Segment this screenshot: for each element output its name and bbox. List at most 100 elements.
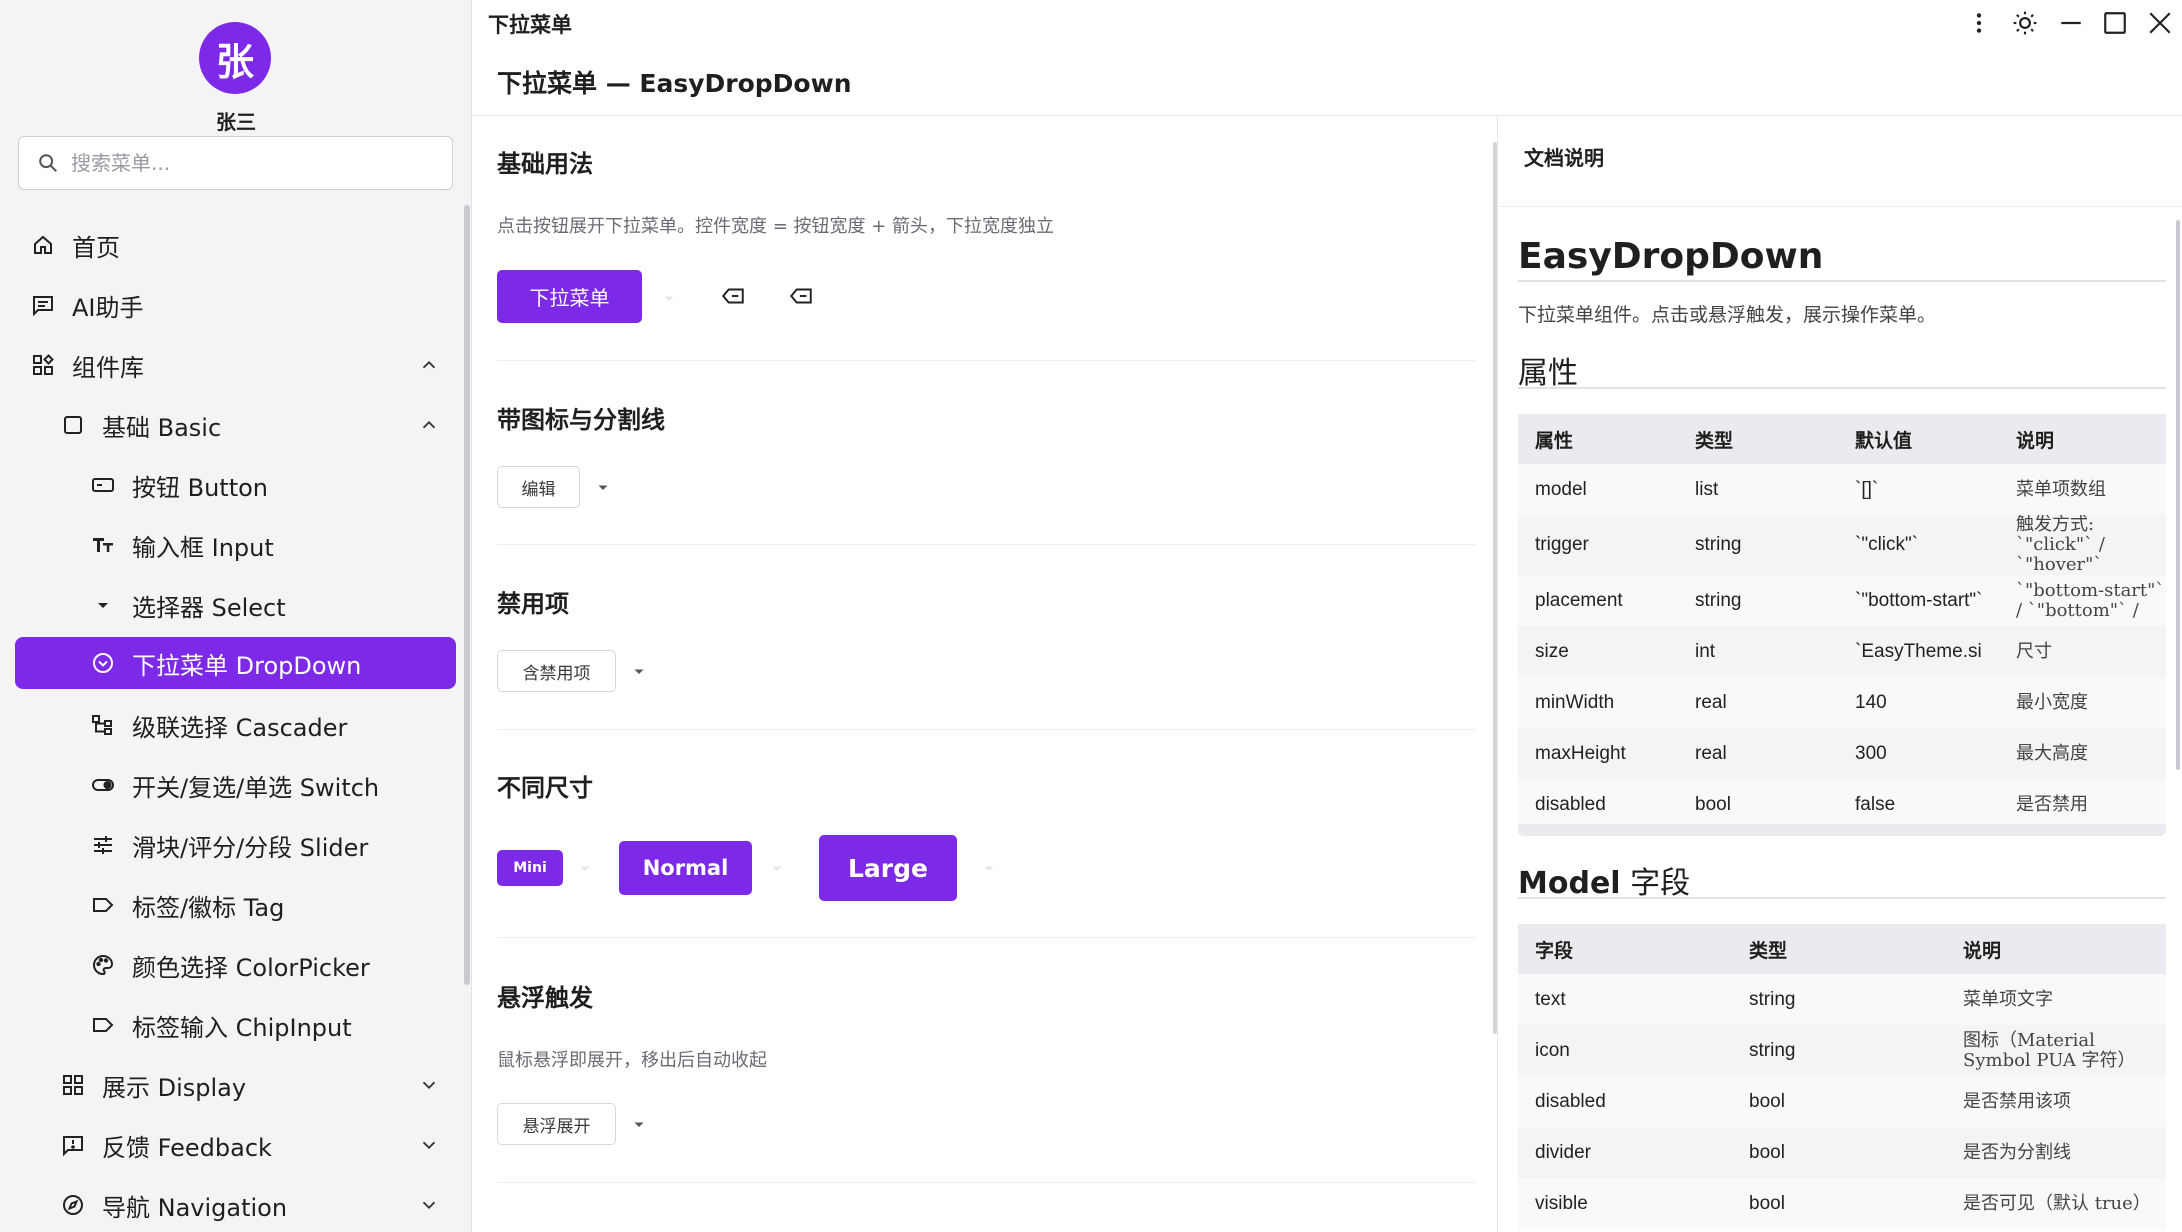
sidebar-item-home[interactable]: 首页 xyxy=(30,219,440,271)
dropdown-button-mini[interactable]: Mini xyxy=(497,850,563,886)
sidebar-item-switch[interactable]: 开关/复选/单选 Switch xyxy=(90,759,440,811)
tree-icon xyxy=(90,712,116,738)
table-cell: 图标（Material Symbol PUA 字符） xyxy=(1963,1029,2136,1071)
search-input[interactable] xyxy=(71,151,431,175)
table-header: 默认值 xyxy=(1838,414,1999,464)
section-title-icons: 带图标与分割线 xyxy=(497,406,665,434)
table-cell: string xyxy=(1695,534,1742,555)
sidebar-item-label: 滑块/评分/分段 Slider xyxy=(132,833,369,862)
table-scrollbar[interactable] xyxy=(1518,824,2166,836)
sidebar-item-select[interactable]: 选择器 Select xyxy=(90,579,440,631)
backspace-icon[interactable] xyxy=(720,283,746,309)
dropdown-button-basic[interactable]: 下拉菜单 xyxy=(497,270,642,323)
sidebar-item-tag[interactable]: 标签/徽标 Tag xyxy=(90,879,440,931)
sidebar-item-chipinput[interactable]: 标签输入 ChipInput xyxy=(90,999,440,1051)
sidebar-item-label: 标签/徽标 Tag xyxy=(132,893,285,922)
table-row: visible bool 是否可见（默认 true） xyxy=(1518,1178,2166,1229)
sidebar-item-button[interactable]: 按钮 Button xyxy=(90,459,440,511)
table-cell: 触发方式: `"click"` / `"hover"` xyxy=(2016,515,2105,575)
dropdown-button-normal[interactable]: Normal xyxy=(619,841,752,895)
more-vert-icon xyxy=(1976,13,1982,33)
chevron-up-icon xyxy=(422,360,436,369)
divider xyxy=(497,544,1475,545)
sidebar-item-input[interactable]: 输入框 Input xyxy=(90,519,440,571)
table-cell: size xyxy=(1535,640,1569,662)
dropdown-button-large[interactable]: Large xyxy=(819,835,957,901)
divider xyxy=(497,937,1475,938)
table-header: 属性 xyxy=(1518,414,1678,464)
dropdown-button-hover[interactable]: 悬浮展开 xyxy=(497,1103,616,1145)
sidebar-item-ai[interactable]: AI助手 xyxy=(30,279,440,331)
close-button[interactable] xyxy=(2143,6,2177,40)
sidebar-item-components[interactable]: 组件库 xyxy=(30,339,440,391)
table-cell: divider xyxy=(1535,1141,1591,1163)
table-cell: 140 xyxy=(1838,677,1999,728)
sidebar-item-label: 下拉菜单 DropDown xyxy=(132,651,362,680)
dropdown-arrow-icon[interactable] xyxy=(594,478,612,496)
sidebar-item-navigation[interactable]: 导航 Navigation xyxy=(60,1179,440,1231)
table-cell: bool xyxy=(1749,1141,1785,1163)
table-cell: 最大高度 xyxy=(2016,742,2088,764)
doc-model-heading-rest: 字段 xyxy=(1620,866,1691,901)
caret-icon xyxy=(90,592,116,618)
text-icon xyxy=(90,532,116,558)
sun-icon xyxy=(2013,11,2037,35)
sidebar-scrollbar[interactable] xyxy=(464,205,470,985)
button-icon xyxy=(90,472,116,498)
table-cell: `"click"` xyxy=(1855,534,1919,555)
dropdown-arrow-icon[interactable] xyxy=(660,289,678,307)
dropdown-arrow-icon[interactable] xyxy=(630,1115,648,1133)
doc-scrollbar[interactable] xyxy=(2176,220,2180,770)
chevron-down-icon xyxy=(422,1081,436,1090)
table-cell: `"bottom-start"` / `"bottom"` / xyxy=(1999,575,2166,626)
minimize-button[interactable] xyxy=(2054,6,2088,40)
table-cell: real xyxy=(1678,677,1838,728)
maximize-button[interactable] xyxy=(2098,6,2132,40)
table-cell: `[]` xyxy=(1838,464,1999,515)
backspace-icon[interactable] xyxy=(788,283,814,309)
dropdown-arrow-icon[interactable] xyxy=(576,859,594,877)
table-row: maxHeight real 300 最大高度 xyxy=(1518,728,2166,779)
sidebar-item-cascader[interactable]: 级联选择 Cascader xyxy=(90,699,440,751)
table-cell: `"bottom-start"` xyxy=(1838,575,1999,626)
chevron-down-icon xyxy=(422,1141,436,1150)
sidebar-item-slider[interactable]: 滑块/评分/分段 Slider xyxy=(90,819,440,871)
dropdown-arrow-icon[interactable] xyxy=(768,859,786,877)
table-cell: bool xyxy=(1678,779,1838,830)
sidebar-item-dropdown[interactable]: 下拉菜单 DropDown xyxy=(15,637,456,689)
sidebar-item-basic[interactable]: 基础 Basic xyxy=(60,399,440,451)
search-box[interactable] xyxy=(18,136,453,190)
label-icon xyxy=(90,892,116,918)
widgets-icon xyxy=(60,1072,86,1098)
sidebar-item-colorpicker[interactable]: 颜色选择 ColorPicker xyxy=(90,939,440,991)
label-icon xyxy=(90,1012,116,1038)
avatar[interactable]: 张 xyxy=(199,22,271,94)
table-row: minWidth real 140 最小宽度 xyxy=(1518,677,2166,728)
feedback-icon xyxy=(60,1132,86,1158)
dropdown-arrow-icon[interactable] xyxy=(980,859,998,877)
more-menu-button[interactable] xyxy=(1962,6,1996,40)
dropdown-button-disabled-items[interactable]: 含禁用项 xyxy=(497,650,616,692)
dropdown-button-edit[interactable]: 编辑 xyxy=(497,466,580,508)
divider xyxy=(1518,897,2166,899)
home-icon xyxy=(30,232,56,258)
table-cell: real xyxy=(1695,742,1727,764)
compass-icon xyxy=(60,1192,86,1218)
sidebar-item-label: 基础 Basic xyxy=(102,413,222,442)
table-cell: string xyxy=(1678,575,1838,626)
table-cell: `EasyTheme.si xyxy=(1855,640,1982,662)
theme-toggle-button[interactable] xyxy=(2008,6,2042,40)
user-name: 张三 xyxy=(216,110,256,134)
sidebar-item-label: 标签输入 ChipInput xyxy=(132,1013,352,1042)
square-icon xyxy=(60,412,86,438)
table-row: model list `[]` 菜单项数组 xyxy=(1518,464,2166,515)
section-title-hover: 悬浮触发 xyxy=(497,984,593,1012)
sidebar-item-label: 按钮 Button xyxy=(132,473,269,502)
dropdown-arrow-icon[interactable] xyxy=(630,662,648,680)
window-title: 下拉菜单 xyxy=(488,13,572,37)
table-cell: string xyxy=(1749,1039,1796,1061)
table-row: disabled bool false 是否禁用 xyxy=(1518,779,2166,830)
sidebar-item-display[interactable]: 展示 Display xyxy=(60,1059,440,1111)
sidebar-item-feedback[interactable]: 反馈 Feedback xyxy=(60,1119,440,1171)
props-table: 属性 类型 默认值 说明 model list `[]` 菜单项数组 trigg… xyxy=(1518,414,2166,830)
